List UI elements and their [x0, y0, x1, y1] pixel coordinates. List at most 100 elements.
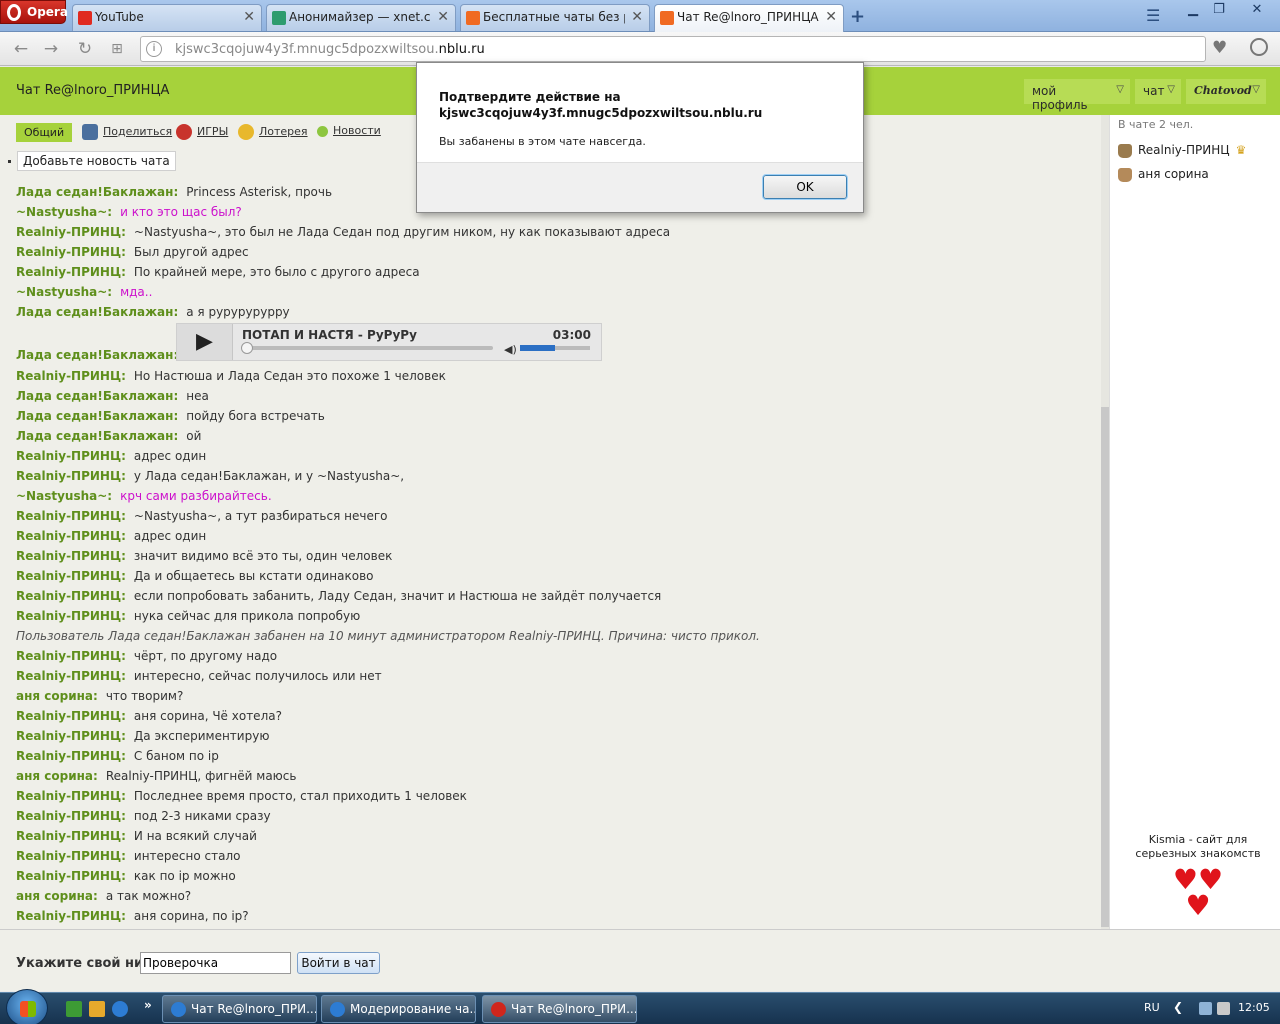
progress-bar[interactable]	[241, 342, 493, 354]
message-nick[interactable]: Realniy-ПРИНЦ:	[16, 789, 126, 803]
opera-menu-button[interactable]: Opera	[0, 0, 68, 24]
message-nick[interactable]: Лада седан!Баклажан:	[16, 185, 178, 199]
taskbar-item-moderation[interactable]: Модерирование ча...	[321, 995, 476, 1023]
user-anya-sorina[interactable]: аня сорина	[1118, 167, 1209, 187]
tab-general[interactable]: Общий	[16, 123, 73, 142]
message-text: Да экспериментирую	[133, 729, 270, 743]
forward-icon[interactable]: →	[40, 38, 62, 60]
close-tab-icon[interactable]: ✕	[243, 9, 255, 25]
menu-my-profile[interactable]: мой профиль ▽	[1024, 79, 1130, 112]
tab-menu-icon[interactable]: ☰	[1146, 6, 1160, 25]
message-nick[interactable]: Лада седан!Баклажан:	[16, 305, 178, 319]
add-news-button[interactable]: Добавьте новость чата	[17, 151, 176, 171]
crown-icon: ♛	[1235, 143, 1247, 157]
games-link[interactable]: ИГРЫ	[176, 124, 228, 140]
back-icon[interactable]: ←	[10, 38, 32, 60]
minimize-icon[interactable]: ▁	[1180, 0, 1206, 20]
user-realniy-princ[interactable]: Realniy-ПРИНЦ ♛	[1118, 143, 1246, 163]
message-scrollbar[interactable]	[1101, 115, 1109, 929]
tray-expand-icon[interactable]: ❮	[1173, 1000, 1183, 1014]
message-nick[interactable]: Realniy-ПРИНЦ:	[16, 669, 126, 683]
news-link[interactable]: Новости	[317, 124, 381, 137]
enter-chat-button[interactable]: Войти в чат	[297, 952, 380, 974]
message-nick[interactable]: Лада седан!Баклажан:	[16, 389, 178, 403]
message-nick[interactable]: Realniy-ПРИНЦ:	[16, 449, 126, 463]
ok-button[interactable]: OK	[762, 174, 848, 200]
message-nick[interactable]: Realniy-ПРИНЦ:	[16, 529, 126, 543]
play-icon[interactable]: ▶	[177, 324, 233, 360]
tab-anonymizer[interactable]: Анонимайзер — xnet.club ✕	[266, 4, 456, 31]
restore-icon[interactable]: ❐	[1206, 0, 1232, 20]
message-nick[interactable]: ~Nastyusha~:	[16, 285, 112, 299]
menu-chatovod[interactable]: Chatovod ▽	[1186, 79, 1266, 104]
message-text: как по ip можно	[133, 869, 236, 883]
message-nick[interactable]: ~Nastyusha~:	[16, 205, 112, 219]
close-window-icon[interactable]: ✕	[1244, 0, 1270, 20]
scrollbar-thumb[interactable]	[1101, 407, 1109, 927]
message-nick[interactable]: Realniy-ПРИНЦ:	[16, 909, 126, 923]
message-nick[interactable]: аня сорина:	[16, 769, 98, 783]
message-nick[interactable]: Realniy-ПРИНЦ:	[16, 729, 126, 743]
chat-message: Realniy-ПРИНЦ: под 2-3 никами сразу	[16, 807, 1101, 827]
progress-knob[interactable]	[241, 342, 253, 354]
link-label: Новости	[333, 124, 381, 137]
message-text: адрес один	[133, 449, 207, 463]
taskbar-item-chat-opera[interactable]: Чат Re@lnoro_ПРИ...	[482, 995, 637, 1023]
speaker-icon[interactable]: ◀)	[504, 341, 517, 359]
start-button[interactable]	[6, 989, 48, 1024]
reload-icon[interactable]: ↻	[74, 38, 96, 60]
message-nick[interactable]: Realniy-ПРИНЦ:	[16, 509, 126, 523]
message-nick[interactable]: Realniy-ПРИНЦ:	[16, 549, 126, 563]
message-nick[interactable]: аня сорина:	[16, 689, 98, 703]
new-tab-icon[interactable]: +	[850, 6, 865, 27]
volume-slider[interactable]	[520, 345, 590, 351]
tab-youtube[interactable]: YouTube ✕	[72, 4, 262, 31]
tab-free-chats[interactable]: Бесплатные чаты без регистрации ✕	[460, 4, 650, 31]
message-nick[interactable]: аня сорина:	[16, 889, 98, 903]
message-nick[interactable]: Realniy-ПРИНЦ:	[16, 225, 126, 239]
site-info-icon[interactable]: i	[146, 41, 162, 57]
message-nick[interactable]: Realniy-ПРИНЦ:	[16, 869, 126, 883]
quicklaunch-more-icon[interactable]: »	[144, 998, 152, 1012]
message-nick[interactable]: Realniy-ПРИНЦ:	[16, 265, 126, 279]
message-nick[interactable]: Лада седан!Баклажан:	[16, 346, 178, 364]
tab-chat-active[interactable]: Чат Re@lnoro_ПРИНЦА ✕	[654, 4, 844, 32]
nick-input[interactable]	[140, 952, 291, 974]
message-nick[interactable]: Realniy-ПРИНЦ:	[16, 749, 126, 763]
account-icon[interactable]	[1250, 38, 1268, 56]
language-indicator[interactable]: RU	[1144, 1001, 1160, 1014]
close-tab-icon[interactable]: ✕	[631, 9, 643, 25]
message-nick[interactable]: Realniy-ПРИНЦ:	[16, 649, 126, 663]
anonymizer-icon	[272, 11, 286, 25]
media-player-icon[interactable]	[89, 1001, 105, 1017]
share-link[interactable]: Поделиться	[82, 124, 172, 140]
message-nick[interactable]: Realniy-ПРИНЦ:	[16, 589, 126, 603]
message-nick[interactable]: Realniy-ПРИНЦ:	[16, 609, 126, 623]
speed-dial-icon[interactable]: ⊞	[106, 38, 128, 60]
close-tab-icon[interactable]: ✕	[437, 9, 449, 25]
taskbar-item-chat-ie[interactable]: Чат Re@lnoro_ПРИ...	[162, 995, 317, 1023]
message-nick[interactable]: Realniy-ПРИНЦ:	[16, 849, 126, 863]
message-nick[interactable]: Realniy-ПРИНЦ:	[16, 709, 126, 723]
volume-icon[interactable]	[1217, 1002, 1230, 1015]
message-nick[interactable]: Лада седан!Баклажан:	[16, 429, 178, 443]
clock[interactable]: 12:05	[1238, 1001, 1270, 1014]
message-nick[interactable]: Realniy-ПРИНЦ:	[16, 829, 126, 843]
bookmark-heart-icon[interactable]: ♥	[1212, 38, 1227, 58]
lottery-link[interactable]: Лотерея	[238, 124, 308, 140]
message-nick[interactable]: Realniy-ПРИНЦ:	[16, 469, 126, 483]
internet-explorer-icon[interactable]	[112, 1001, 128, 1017]
address-field[interactable]: kjswc3cqojuw4y3f.mnugc5dpozxwiltsou.nblu…	[140, 36, 1206, 62]
menu-chat[interactable]: чат ▽	[1135, 79, 1181, 104]
message-nick[interactable]: Realniy-ПРИНЦ:	[16, 809, 126, 823]
message-nick[interactable]: Realniy-ПРИНЦ:	[16, 369, 126, 383]
message-nick[interactable]: Realniy-ПРИНЦ:	[16, 245, 126, 259]
ad-banner[interactable]: Kismia - сайт для серьезных знакомств ♥♥…	[1128, 833, 1268, 920]
message-nick[interactable]: ~Nastyusha~:	[16, 489, 112, 503]
message-nick[interactable]: Лада седан!Баклажан:	[16, 409, 178, 423]
message-text: чёрт, по другому надо	[133, 649, 278, 663]
excel-icon[interactable]	[66, 1001, 82, 1017]
message-nick[interactable]: Realniy-ПРИНЦ:	[16, 569, 126, 583]
close-tab-icon[interactable]: ✕	[825, 9, 837, 25]
network-icon[interactable]	[1199, 1002, 1212, 1015]
